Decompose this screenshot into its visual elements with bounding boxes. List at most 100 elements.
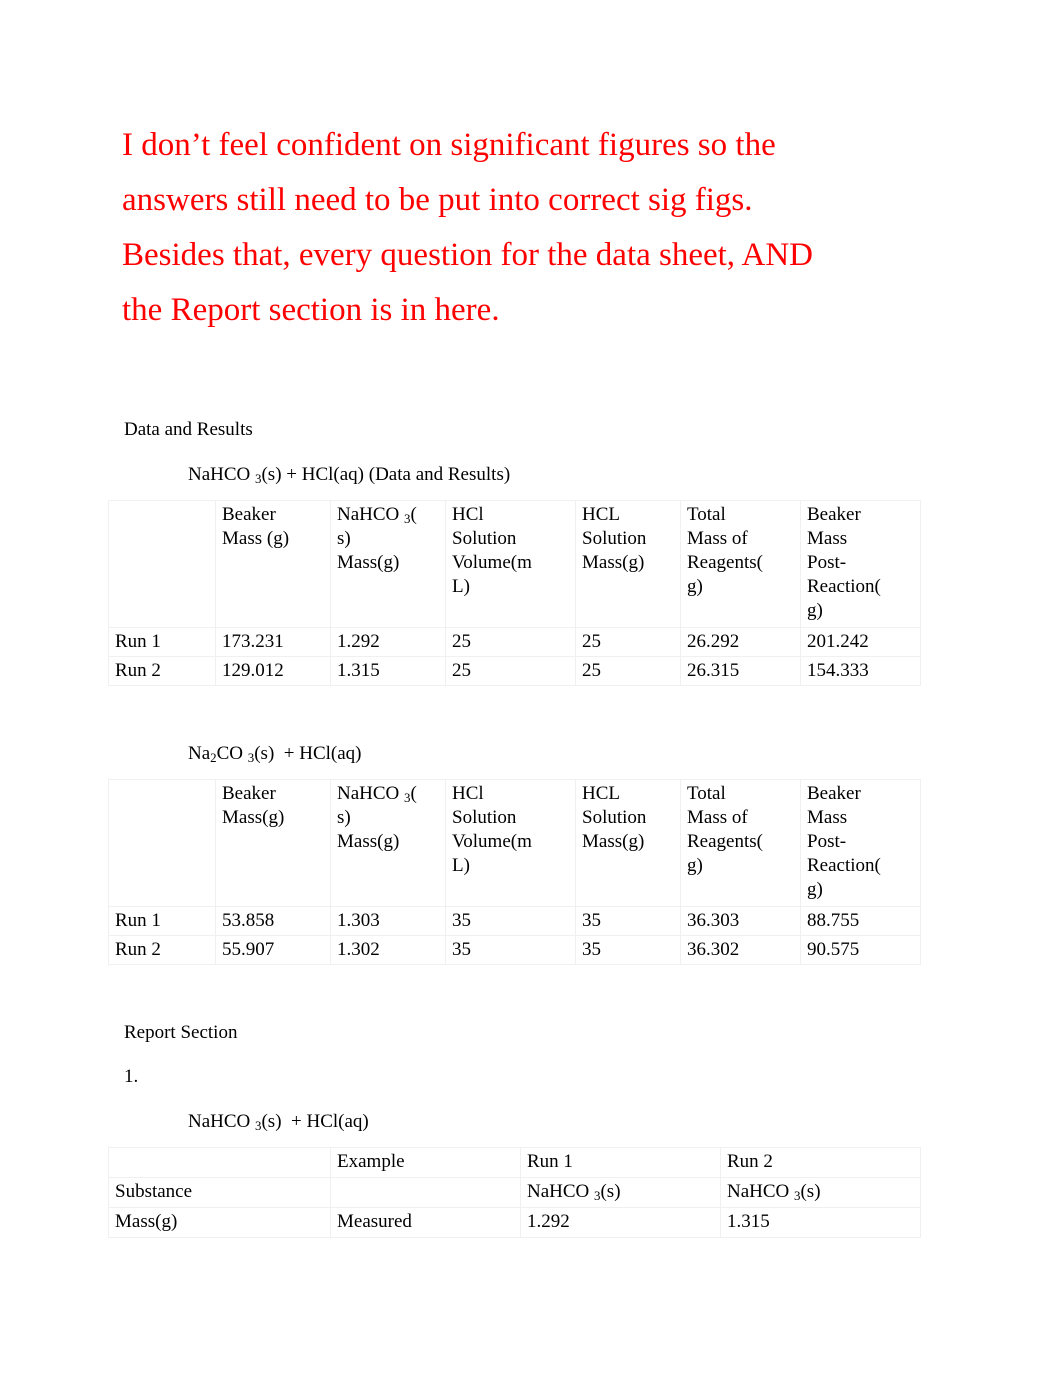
table-row-mass: Mass(g) Measured 1.292 1.315: [108, 1207, 921, 1238]
header-cell-beaker-mass: Beaker Mass(g): [215, 779, 331, 907]
formula-prefix: NaHCO: [727, 1181, 795, 1202]
equation-title-3: NaHCO 3(s) + HCl(aq): [188, 1109, 369, 1135]
cell-total-reagents: 26.292: [680, 627, 801, 657]
cell-beaker-post: 90.575: [800, 935, 921, 965]
cell-substance-label: Substance: [108, 1177, 331, 1208]
header-cell-beaker-post-reaction: Beaker Mass Post- Reaction( g): [800, 779, 921, 907]
row-label: Run 2: [108, 935, 216, 965]
header-line: NaHCO: [337, 783, 405, 804]
header-line: g): [807, 600, 823, 621]
header-cell-example: Example: [330, 1147, 521, 1178]
header-cell-hcl-volume: HCl Solution Volume(m L): [445, 500, 576, 628]
header-line: Reaction(: [807, 576, 881, 597]
formula-prefix: NaHCO: [527, 1181, 595, 1202]
row-label: Run 1: [108, 906, 216, 936]
cell-mass-run-1: 1.292: [520, 1207, 721, 1238]
table-header-row: Example Run 1 Run 2: [108, 1147, 921, 1178]
cell-beaker-post: 88.755: [800, 906, 921, 936]
header-cell-run-2: Run 2: [720, 1147, 921, 1178]
row-label: Run 2: [108, 656, 216, 686]
cell-beaker-mass: 55.907: [215, 935, 331, 965]
header-cell-blank: [108, 779, 216, 907]
table-row-substance: Substance NaHCO 3(s) NaHCO 3(s): [108, 1177, 921, 1208]
header-line: Mass(g): [582, 552, 645, 573]
header-line: Reaction(: [807, 855, 881, 876]
header-line: HCl: [452, 504, 484, 525]
header-line: Reagents(: [687, 552, 763, 573]
cell-total-reagents: 26.315: [680, 656, 801, 686]
header-line: s): [337, 807, 351, 828]
formula-suffix: (s): [600, 1181, 621, 1202]
eq2-suffix: (s) + HCl(aq): [254, 743, 362, 764]
eq1-prefix: NaHCO: [188, 464, 256, 485]
cell-mass-example: Measured: [330, 1207, 521, 1238]
header-line: (: [410, 504, 417, 525]
header-cell-hcl-mass: HCL Solution Mass(g): [575, 779, 681, 907]
cell-nahco3-mass: 1.292: [330, 627, 446, 657]
table-header-row: Beaker Mass(g) NaHCO 3( s) Mass(g) HCl S…: [108, 779, 921, 907]
header-line: Mass(g): [582, 831, 645, 852]
header-line: Mass(g): [337, 831, 400, 852]
document-page: I don’t feel confident on significant fi…: [0, 0, 1062, 1377]
header-cell-hcl-mass: HCL Solution Mass(g): [575, 500, 681, 628]
header-cell-blank: [108, 1147, 331, 1178]
header-line: Solution: [452, 528, 517, 549]
formula-suffix: (s): [800, 1181, 821, 1202]
data-and-results-heading: Data and Results: [124, 419, 253, 440]
header-cell-nahco3-mass: NaHCO 3( s) Mass(g): [330, 779, 446, 907]
cell-beaker-mass: 129.012: [215, 656, 331, 686]
cell-mass-label: Mass(g): [108, 1207, 331, 1238]
header-cell-beaker-mass: Beaker Mass (g): [215, 500, 331, 628]
header-line: Post-: [807, 831, 847, 852]
header-line: s): [337, 528, 351, 549]
equation-title-2: Na2CO 3(s) + HCl(aq): [188, 741, 362, 767]
eq3-prefix: NaHCO: [188, 1111, 256, 1132]
intro-note: I don’t feel confident on significant fi…: [122, 127, 822, 328]
header-line: Mass of: [687, 807, 748, 828]
header-line: Solution: [582, 528, 647, 549]
table-row: Run 1 53.858 1.303 35 35 36.303 88.755: [108, 906, 921, 936]
cell-hcl-mass: 25: [575, 656, 681, 686]
cell-hcl-mass: 25: [575, 627, 681, 657]
header-line: HCL: [582, 783, 620, 804]
header-line: g): [687, 576, 703, 597]
header-line: L): [452, 576, 470, 597]
cell-substance-run-1: NaHCO 3(s): [520, 1177, 721, 1208]
cell-substance-example: [330, 1177, 521, 1208]
cell-hcl-volume: 25: [445, 627, 576, 657]
header-line: Reagents(: [687, 831, 763, 852]
header-line: Post-: [807, 552, 847, 573]
header-line: g): [687, 855, 703, 876]
cell-total-reagents: 36.303: [680, 906, 801, 936]
header-line: Beaker: [807, 783, 861, 804]
table-row: Run 2 129.012 1.315 25 25 26.315 154.333: [108, 656, 921, 686]
header-line: Solution: [452, 807, 517, 828]
cell-beaker-post: 154.333: [800, 656, 921, 686]
header-line: Mass (g): [222, 528, 290, 549]
cell-beaker-mass: 173.231: [215, 627, 331, 657]
header-line: Total: [687, 783, 726, 804]
header-line: (: [410, 783, 417, 804]
header-line: Volume(m: [452, 831, 532, 852]
header-line: HCL: [582, 504, 620, 525]
cell-hcl-volume: 35: [445, 906, 576, 936]
report-table-substance: Example Run 1 Run 2 Substance NaHCO 3(s)…: [108, 1147, 921, 1238]
header-line: NaHCO: [337, 504, 405, 525]
cell-beaker-mass: 53.858: [215, 906, 331, 936]
header-line: Beaker: [807, 504, 861, 525]
report-section-heading: Report Section: [124, 1022, 238, 1043]
eq1-suffix: (s) + HCl(aq) (Data and Results): [261, 464, 511, 485]
header-line: Beaker: [222, 783, 276, 804]
cell-hcl-volume: 35: [445, 935, 576, 965]
cell-beaker-post: 201.242: [800, 627, 921, 657]
header-cell-hcl-volume: HCl Solution Volume(m L): [445, 779, 576, 907]
cell-mass-run-2: 1.315: [720, 1207, 921, 1238]
cell-nahco3-mass: 1.315: [330, 656, 446, 686]
table-row: Run 2 55.907 1.302 35 35 36.302 90.575: [108, 935, 921, 965]
header-line: Mass(g): [337, 552, 400, 573]
header-cell-total-reagents: Total Mass of Reagents( g): [680, 779, 801, 907]
header-line: Beaker: [222, 504, 276, 525]
cell-total-reagents: 36.302: [680, 935, 801, 965]
eq3-suffix: (s) + HCl(aq): [261, 1111, 369, 1132]
header-line: Volume(m: [452, 552, 532, 573]
